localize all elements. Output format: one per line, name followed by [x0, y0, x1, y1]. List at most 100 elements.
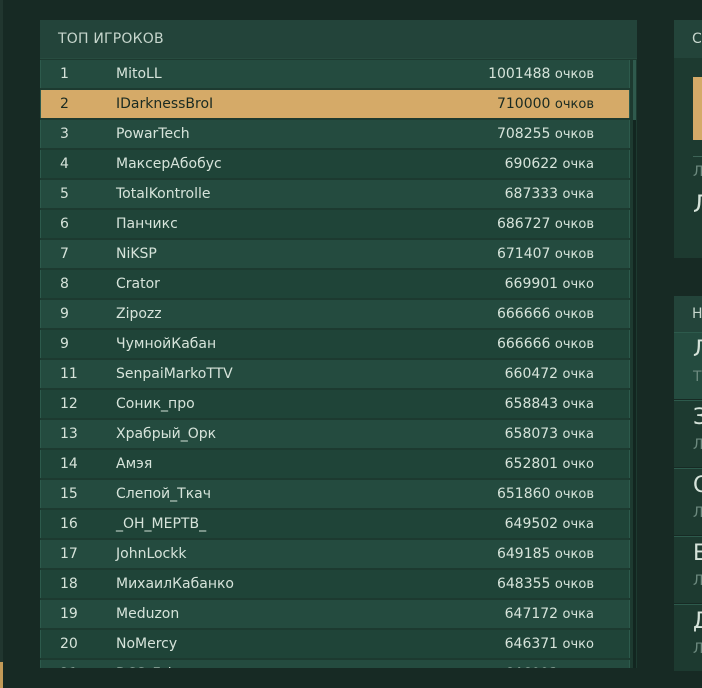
row-score-value: 658843 — [504, 396, 559, 412]
row-rank: 13 — [60, 426, 78, 442]
right-list-item[interactable]: СЛ — [674, 468, 702, 535]
row-player-name: МаксерАбобус — [116, 156, 222, 172]
row-score-value: 687333 — [504, 186, 559, 202]
leaderboard-row[interactable]: 12 Соник_про 658843 очка — [40, 390, 630, 418]
row-score-unit: очков — [554, 547, 594, 562]
row-player-name: SenpaiMarkoTTV — [116, 366, 233, 382]
leaderboard-row[interactable]: 18 МихаилКабанко 648355 очков — [40, 570, 630, 598]
row-score: 686727 очков — [497, 210, 594, 239]
row-rank: 16 — [60, 516, 78, 532]
row-score: 1001488 очков — [488, 60, 594, 89]
row-score-value: 651860 — [496, 486, 551, 502]
leaderboard-row[interactable]: 20 NoMercy 646371 очко — [40, 630, 630, 658]
leaderboard-title: ТОП ИГРОКОВ — [40, 20, 637, 59]
leaderboard-row[interactable]: 11 SenpaiMarkoTTV 660472 очка — [40, 360, 630, 388]
row-player-name: Meduzon — [116, 606, 180, 622]
row-player-name: Соник_про — [116, 396, 195, 412]
right-list-item[interactable]: ЗЛ — [674, 400, 702, 467]
row-score: 648355 очков — [497, 570, 594, 599]
row-score-value: 647172 — [504, 606, 559, 622]
leaderboard-row[interactable]: 14 Амэя 652801 очко — [40, 450, 630, 478]
row-score: 708255 очков — [497, 120, 594, 149]
divider — [693, 156, 702, 157]
row-score-unit: очко — [562, 637, 594, 652]
row-score: 710000 очков — [497, 90, 594, 119]
row-score-unit: очков — [554, 307, 594, 322]
leaderboard-row[interactable]: 3 PowarTech 708255 очков — [40, 120, 630, 148]
row-score: 666666 очков — [497, 330, 594, 359]
leaderboard-row[interactable]: 13 Храбрый_Орк 658073 очка — [40, 420, 630, 448]
row-rank: 5 — [60, 186, 69, 202]
row-rank: 3 — [60, 126, 69, 142]
leaderboard-row[interactable]: 5 TotalKontrolle 687333 очка — [40, 180, 630, 208]
row-rank: 4 — [60, 156, 69, 172]
row-score-unit: очка — [562, 187, 594, 202]
leaderboard-row[interactable]: 9 Zipozz 666666 очков — [40, 300, 630, 328]
scrollbar-thumb[interactable] — [633, 60, 636, 120]
row-score: 651860 очков — [497, 480, 594, 509]
right-panel-label: Л — [693, 164, 702, 180]
row-rank: 14 — [60, 456, 78, 472]
leaderboard-row[interactable]: 21 DCS_Fab 646093 очка — [40, 660, 630, 668]
row-score-unit: очков — [554, 67, 594, 82]
row-rank: 15 — [60, 486, 78, 502]
leaderboard-row[interactable]: 19 Meduzon 647172 очка — [40, 600, 630, 628]
row-player-name: TotalKontrolle — [116, 186, 211, 202]
row-score-unit: очка — [562, 157, 594, 172]
row-score-value: 658073 — [504, 426, 559, 442]
leaderboard-row[interactable]: 6 Панчикс 686727 очков — [40, 210, 630, 238]
row-rank: 17 — [60, 546, 78, 562]
leaderboard-row[interactable]: 15 Слепой_Ткач 651860 очков — [40, 480, 630, 508]
leaderboard-row[interactable]: 17 JohnLockk 649185 очков — [40, 540, 630, 568]
leaderboard-row[interactable]: 1 MitoLL 1001488 очков — [40, 60, 630, 88]
row-score: 669901 очко — [505, 270, 594, 299]
row-player-name: МихаилКабанко — [116, 576, 234, 592]
right-item-title: Е — [693, 541, 702, 566]
row-rank: 12 — [60, 396, 78, 412]
row-score-value: 666666 — [496, 336, 551, 352]
row-player-name: Crator — [116, 276, 160, 292]
right-item-subtitle: Л — [693, 505, 702, 521]
row-score: 647172 очка — [505, 600, 594, 629]
row-rank: 21 — [60, 660, 78, 668]
row-score-value: 646371 — [504, 636, 559, 652]
row-rank: 9 — [60, 306, 69, 322]
row-rank: 11 — [60, 366, 78, 382]
row-score: 658073 очка — [505, 420, 594, 449]
row-score-unit: очко — [562, 277, 594, 292]
leaderboard-list[interactable]: 1 MitoLL 1001488 очков 2 IDarknessBroI 710000… — [40, 60, 630, 668]
left-edge-strip — [0, 0, 3, 688]
row-score-unit: очков — [554, 337, 594, 352]
row-score-value: 686727 — [496, 216, 551, 232]
row-score-unit: очков — [554, 97, 594, 112]
row-player-name: NiKSP — [116, 246, 157, 262]
row-score-value: 649185 — [496, 546, 551, 562]
right-list-item[interactable]: ЕЛ — [674, 536, 702, 603]
row-score: 671407 очков — [497, 240, 594, 269]
leaderboard-row[interactable]: 7 NiKSP 671407 очков — [40, 240, 630, 268]
row-score-unit: очка — [563, 667, 594, 668]
row-score-value: 1001488 — [488, 66, 551, 82]
scrollbar-track[interactable] — [633, 60, 636, 668]
leaderboard-row[interactable]: 16 _ОН_МЕРТВ_ 649502 очка — [40, 510, 630, 538]
right-list-item[interactable]: ЛТ — [674, 332, 702, 399]
right-item-title: Д — [693, 609, 702, 634]
row-score: 646371 очко — [505, 630, 594, 659]
gold-button[interactable] — [693, 77, 702, 140]
row-score-unit: очко — [562, 457, 594, 472]
row-score-value: 708255 — [496, 126, 551, 142]
row-score-unit: очков — [554, 247, 594, 262]
right-side-panels: С Л Л Н ЛТЗЛСЛЕЛДЛ — [674, 20, 702, 688]
leaderboard-row[interactable]: 8 Crator 669901 очко — [40, 270, 630, 298]
leaderboard-row[interactable]: 4 МаксерАбобус 690622 очка — [40, 150, 630, 178]
row-player-name: NoMercy — [116, 636, 178, 652]
right-panel-value: Л — [693, 188, 702, 220]
row-score-unit: очка — [562, 517, 594, 532]
row-score-value: 652801 — [504, 456, 559, 472]
row-player-name: IDarknessBroI — [116, 96, 214, 112]
row-score-unit: очков — [554, 487, 594, 502]
row-score: 660472 очка — [505, 360, 594, 389]
right-list-item[interactable]: ДЛ — [674, 604, 702, 671]
leaderboard-row[interactable]: 2 IDarknessBroI 710000 очков — [40, 90, 630, 118]
leaderboard-row[interactable]: 9 ЧумнойКабан 666666 очков — [40, 330, 630, 358]
